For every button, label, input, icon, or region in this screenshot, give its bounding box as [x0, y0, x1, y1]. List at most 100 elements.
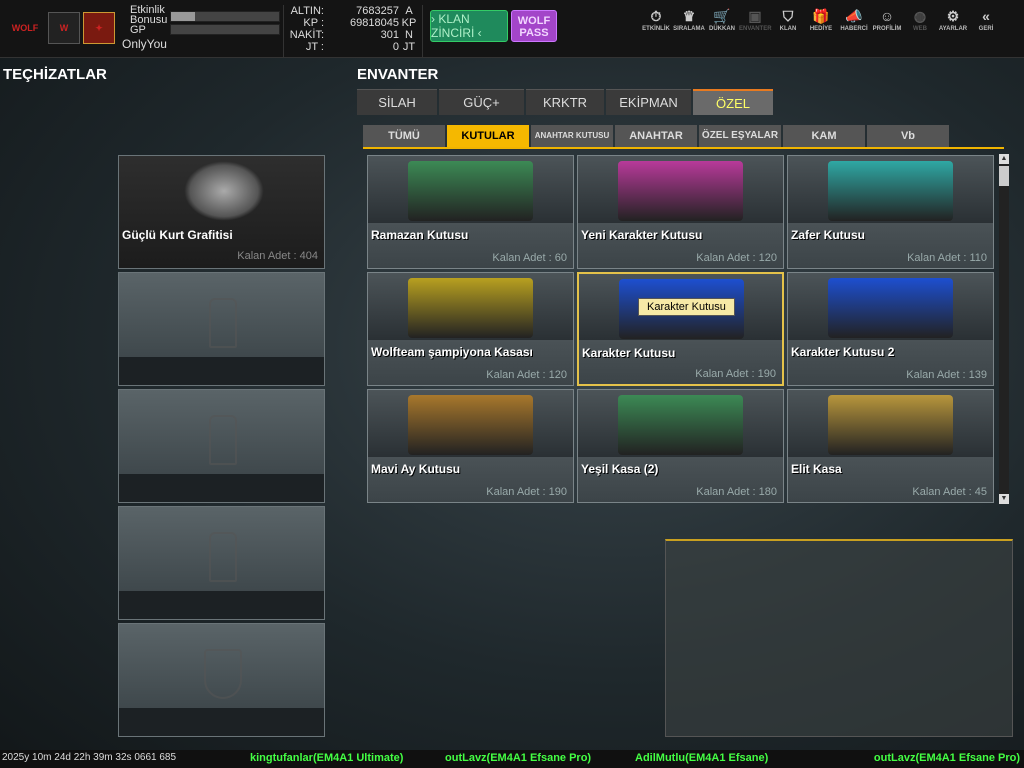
wolf-pass-button[interactable]: WOLF PASS	[511, 10, 557, 42]
nav-profi̇li̇m[interactable]: ☺ PROFİLİM	[871, 8, 903, 32]
nav-web[interactable]: ◍ WEB	[904, 8, 936, 32]
inventory-subtabs: TÜMÜ KUTULAR ANAHTAR KUTUSU ANAHTAR ÖZEL EŞY…	[363, 125, 1004, 149]
tab-1[interactable]: GÜÇ+	[439, 89, 524, 115]
gp-progress	[170, 24, 280, 35]
item-count: Kalan Adet : 45	[912, 486, 987, 498]
currency-label: JT :	[305, 41, 324, 53]
equipment-slot-empty[interactable]	[118, 506, 325, 620]
currency-unit: N	[405, 29, 413, 41]
scrollbar[interactable]: ▲ ▼	[999, 154, 1009, 504]
item-card[interactable]: Yeşil Kasa (2) Kalan Adet : 180	[577, 389, 784, 503]
nav-siralama[interactable]: ♛ SIRALAMA	[673, 8, 705, 32]
inventory-title: ENVANTER	[357, 66, 439, 83]
subtab-0[interactable]: TÜMÜ	[363, 125, 445, 147]
nav-label: WEB	[913, 26, 927, 32]
nav-envanter[interactable]: ▣ ENVANTER	[739, 8, 772, 32]
item-count: Kalan Adet : 180	[696, 486, 777, 498]
currency-row: NAKİT: 301 N	[284, 29, 422, 41]
equipment-slot[interactable]: Güçlü Kurt Grafitisi Kalan Adet : 404	[118, 155, 325, 269]
nav-ayarlar[interactable]: ⚙ AYARLAR	[937, 8, 969, 32]
tab-4[interactable]: ÖZEL	[693, 89, 773, 115]
item-description-panel	[665, 539, 1013, 737]
nav-geri̇[interactable]: « GERİ	[970, 8, 1002, 32]
nav-label: HEDİYE	[809, 26, 833, 32]
item-name: Mavi Ay Kutusu	[371, 462, 461, 476]
ticker-message: kingtufanlar(EM4A1 Ultimate)	[250, 752, 404, 764]
inventory-tabs: SİLAH GÜÇ+ KRKTR EKİPMAN ÖZEL	[357, 89, 775, 115]
item-image	[828, 278, 953, 338]
tab-0[interactable]: SİLAH	[357, 89, 437, 115]
wolf-logo: WOLF	[11, 23, 39, 33]
scroll-up-icon[interactable]: ▲	[999, 154, 1009, 164]
equipment-title: TEÇHİZATLAR	[3, 66, 107, 83]
rank-badge-icon: ✦	[83, 12, 115, 44]
graffiti-image	[184, 161, 264, 221]
subtab-6[interactable]: Vb	[867, 125, 949, 147]
currency-row: JT : 0 JT	[284, 41, 422, 53]
slot-name: Güçlü Kurt Grafitisi	[122, 228, 233, 242]
tab-2[interactable]: KRKTR	[526, 89, 604, 115]
item-name: Ramazan Kutusu	[371, 228, 469, 242]
nav-etki̇nli̇k[interactable]: ⏱ ETKİNLİK	[640, 8, 672, 32]
nav-label: SIRALAMA	[673, 26, 705, 32]
currency-unit: JT	[402, 41, 416, 53]
item-card[interactable]: Wolfteam şampiyona Kasası Kalan Adet : 12…	[367, 272, 574, 386]
gp-label: GP	[130, 24, 146, 36]
item-name: Yeni Karakter Kutusu	[581, 228, 703, 242]
tab-3[interactable]: EKİPMAN	[606, 89, 691, 115]
nav-label: KLAN	[779, 26, 797, 32]
top-bar: WOLF W ✦ Etkinlik Bonusu GP OnlyYou ALTI…	[0, 0, 1024, 58]
nav-klan[interactable]: ⛉ KLAN	[772, 8, 804, 32]
currency-value: 301	[380, 29, 399, 41]
spray-can-icon	[209, 532, 237, 582]
equipment-slot-empty[interactable]	[118, 623, 325, 737]
nav-haberci̇[interactable]: 📣 HABERCİ	[838, 8, 870, 32]
item-image	[408, 395, 533, 455]
currency-label: ALTIN:	[290, 5, 324, 17]
item-image	[408, 278, 533, 338]
timestamp: 2025y 10m 24d 22h 39m 32s 0661 685	[2, 752, 177, 763]
equipment-slot-empty[interactable]	[118, 272, 325, 386]
klan-zinciri-button[interactable]: › KLAN ZİNCİRİ ‹	[430, 10, 508, 42]
nav-dükkan[interactable]: 🛒 DÜKKAN	[706, 8, 738, 32]
ticker-message: AdilMutlu(EM4A1 Efsane)	[635, 752, 769, 764]
subtab-1[interactable]: KUTULAR	[447, 125, 529, 147]
subtab-4[interactable]: ÖZEL EŞYALAR	[699, 125, 781, 147]
item-card[interactable]: Karakter Kutusu Kalan Adet : 190	[577, 272, 784, 386]
scroll-thumb[interactable]	[999, 166, 1009, 186]
scroll-down-icon[interactable]: ▼	[999, 494, 1009, 504]
item-card[interactable]: Ramazan Kutusu Kalan Adet : 60	[367, 155, 574, 269]
spray-can-icon	[209, 415, 237, 465]
nav-icon: ▣	[748, 8, 762, 24]
item-card[interactable]: Yeni Karakter Kutusu Kalan Adet : 120	[577, 155, 784, 269]
item-count: Kalan Adet : 190	[695, 368, 776, 380]
ticker-message: outLavz(EM4A1 Efsane Pro)	[445, 752, 592, 764]
nav-icon: 📣	[845, 8, 863, 24]
currency-unit: KP	[401, 17, 417, 29]
item-card[interactable]: Karakter Kutusu 2 Kalan Adet : 139	[787, 272, 994, 386]
item-card[interactable]: Elit Kasa Kalan Adet : 45	[787, 389, 994, 503]
currency-row: KP : 69818045 KP	[284, 17, 422, 29]
currency-value: 0	[392, 41, 399, 53]
item-count: Kalan Adet : 190	[486, 486, 567, 498]
item-card[interactable]: Mavi Ay Kutusu Kalan Adet : 190	[367, 389, 574, 503]
currency-row: ALTIN: 7683257 A	[284, 5, 422, 17]
item-count: Kalan Adet : 110	[907, 252, 987, 264]
subtab-3[interactable]: ANAHTAR	[615, 125, 697, 147]
item-image	[618, 161, 743, 221]
subtab-2[interactable]: ANAHTAR KUTUSU	[531, 125, 613, 147]
item-count: Kalan Adet : 120	[696, 252, 777, 264]
item-count: Kalan Adet : 139	[906, 369, 987, 381]
subtab-5[interactable]: KAM	[783, 125, 865, 147]
equipment-slot-empty[interactable]	[118, 389, 325, 503]
item-name: Zafer Kutusu	[791, 228, 866, 242]
ticker: 2025y 10m 24d 22h 39m 32s 0661 685 kingt…	[0, 750, 1024, 768]
currency-unit: A	[405, 5, 413, 17]
item-card[interactable]: Zafer Kutusu Kalan Adet : 110	[787, 155, 994, 269]
item-name: Karakter Kutusu	[582, 346, 676, 360]
etkinlik-label: Etkinlik Bonusu	[130, 4, 168, 26]
clan-emblem[interactable]: W	[48, 12, 80, 44]
nav-hedi̇ye[interactable]: 🎁 HEDİYE	[805, 8, 837, 32]
nav-icon: 🎁	[812, 8, 830, 24]
item-image	[408, 161, 533, 221]
